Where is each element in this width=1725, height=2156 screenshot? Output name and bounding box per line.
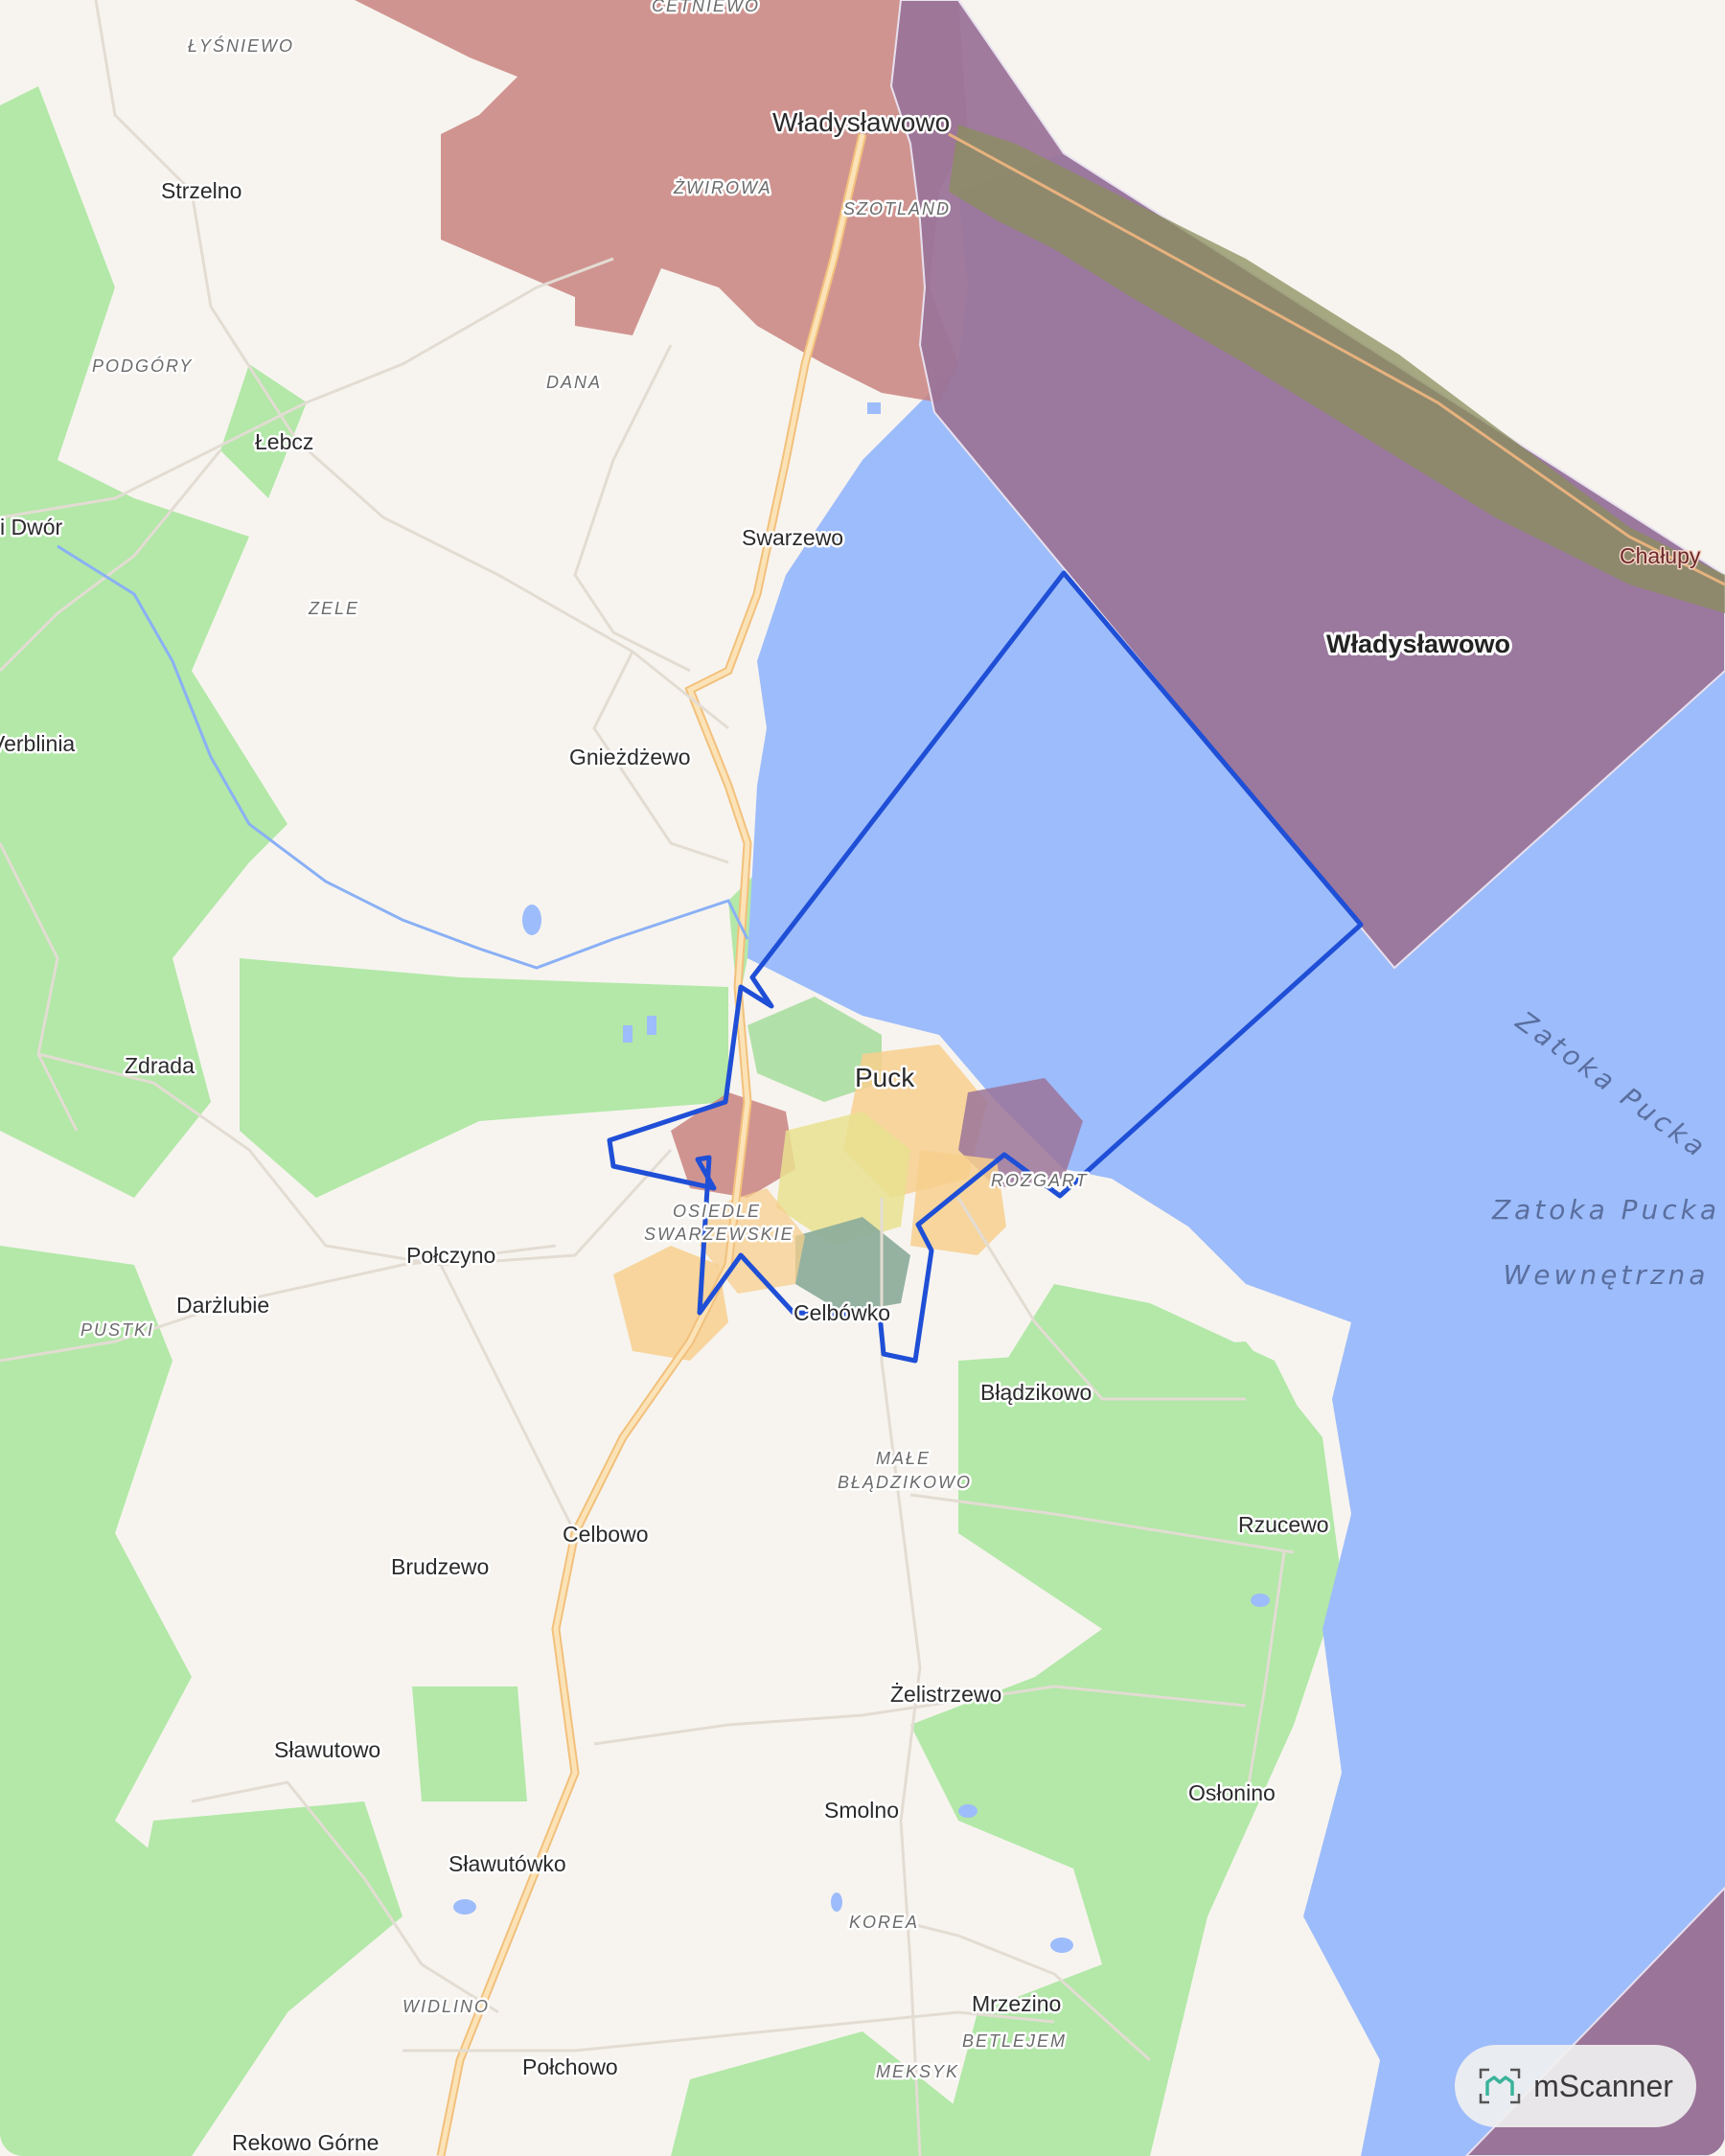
mscanner-logo-icon — [1479, 2068, 1521, 2104]
mscanner-brand-badge[interactable]: mScanner — [1455, 2045, 1696, 2127]
label-lebcz: Łebcz — [255, 429, 313, 454]
label-zdrada: Zdrada — [125, 1053, 195, 1078]
label-podgory: PODGÓRY — [92, 356, 193, 376]
label-zwirowa: ŻWIROWA — [673, 178, 772, 197]
label-slawutowo: Sławutowo — [274, 1737, 380, 1762]
label-chalupy: Chałupy — [1620, 543, 1701, 568]
label-pustki: PUSTKI — [80, 1320, 154, 1340]
label-osiedle-1: OSIEDLE — [673, 1202, 761, 1221]
label-polchowo: Połchowo — [522, 2054, 618, 2079]
label-strzelno: Strzelno — [161, 178, 242, 203]
label-male-1: MAŁE — [876, 1449, 931, 1468]
label-szotland: SZOTLAND — [843, 199, 951, 218]
label-brudzewo: Brudzewo — [391, 1554, 489, 1579]
label-zele: ZELE — [308, 599, 359, 618]
label-male-2: BŁĄDZIKOWO — [838, 1473, 972, 1492]
label-cetniewo: CETNIEWO — [652, 0, 760, 15]
mscanner-logo-text: mScanner — [1533, 2068, 1673, 2103]
label-swarzewo: Swarzewo — [742, 525, 843, 550]
label-bladzikowo: Błądzikowo — [980, 1380, 1092, 1405]
label-celbowko: Celbówko — [794, 1300, 890, 1325]
label-zatoka-wewnetrzna: Wewnętrzna — [1504, 1259, 1710, 1291]
label-meksyk: MEKSYK — [876, 2062, 959, 2081]
label-rekowo-gorne: Rekowo Górne — [232, 2130, 379, 2155]
label-dana: DANA — [546, 373, 602, 392]
label-rzucewo: Rzucewo — [1238, 1512, 1329, 1537]
map-canvas[interactable]: ŁYŚNIEWO CETNIEWO Władysławowo Strzelno … — [0, 0, 1725, 2156]
label-betlejem: BETLEJEM — [962, 2031, 1067, 2051]
label-puck: Puck — [855, 1063, 915, 1092]
label-nowy-dwor: i Dwór — [0, 515, 63, 539]
label-werblinia: Verblinia — [0, 731, 75, 756]
label-zelistrzewo: Żelistrzewo — [890, 1682, 1001, 1707]
label-korea: KOREA — [849, 1913, 919, 1932]
label-gniezdzewo: Gnieżdżewo — [569, 745, 691, 769]
label-lysniewo: ŁYŚNIEWO — [188, 35, 294, 56]
label-zatoka-pucka-1: Zatoka Pucka — [1491, 1194, 1720, 1226]
map-frame[interactable]: ŁYŚNIEWO CETNIEWO Władysławowo Strzelno … — [0, 0, 1725, 2156]
label-celbowo: Celbowo — [563, 1522, 649, 1547]
label-smolno: Smolno — [824, 1798, 899, 1823]
label-oslonino: Osłonino — [1188, 1780, 1276, 1805]
label-mrzezino: Mrzezino — [972, 1991, 1061, 2016]
label-rozgart: ROZGART — [991, 1171, 1089, 1190]
label-wladyslawowo-zone: Władysławowo — [1326, 630, 1510, 658]
label-widlino: WIDLINO — [402, 1997, 490, 2016]
label-darzlubie: Darżlubie — [176, 1293, 269, 1318]
label-slawutowko: Sławutówko — [448, 1851, 566, 1876]
label-wladyslawowo: Władysławowo — [772, 107, 950, 137]
label-osiedle-2: SWARZEWSKIE — [644, 1225, 794, 1244]
label-polczyno: Połczyno — [406, 1243, 495, 1268]
